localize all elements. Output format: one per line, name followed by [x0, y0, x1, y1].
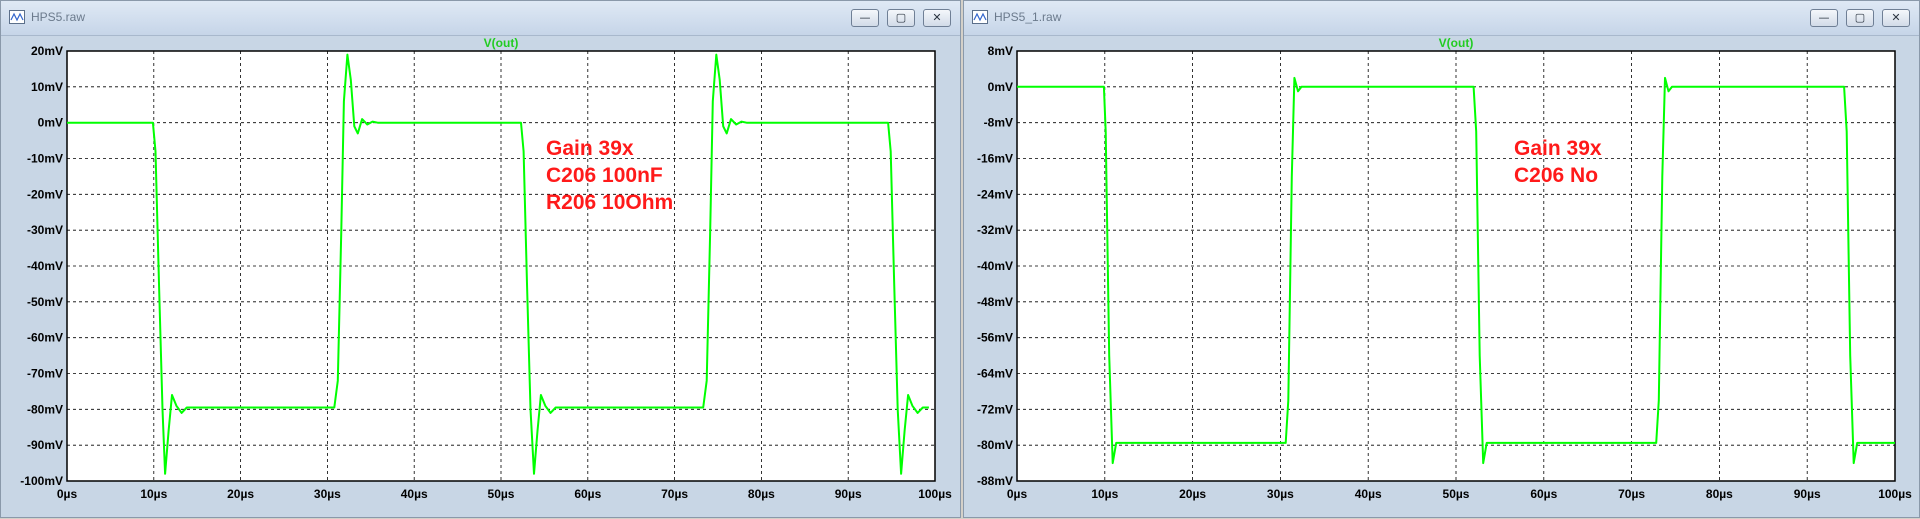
y-tick-label: -56mV [977, 331, 1013, 345]
x-tick-label: 100µs [918, 487, 952, 501]
x-tick-label: 0µs [57, 487, 78, 501]
x-tick-label: 90µs [835, 487, 862, 501]
x-tick-label: 60µs [1530, 487, 1557, 501]
x-tick-label: 80µs [748, 487, 775, 501]
y-tick-label: -40mV [27, 259, 63, 273]
y-tick-label: -100mV [20, 474, 63, 488]
x-tick-label: 50µs [488, 487, 515, 501]
y-tick-label: -20mV [27, 187, 63, 201]
annotation-text: C206 No [1514, 164, 1598, 187]
y-tick-label: -70mV [27, 367, 63, 381]
x-tick-label: 70µs [661, 487, 688, 501]
x-tick-label: 20µs [1179, 487, 1206, 501]
y-tick-label: -8mV [984, 116, 1013, 130]
plot-window-right: HPS5_1.raw — ▢ ✕ 8mV 0mV -8mV -16mV -24mV -32… [963, 0, 1920, 518]
trace-label[interactable]: V(out) [484, 36, 519, 50]
y-tick-label: -88mV [977, 474, 1013, 488]
y-tick-label: 0mV [38, 116, 63, 130]
y-tick-label: -32mV [977, 223, 1013, 237]
y-tick-label: -10mV [27, 152, 63, 166]
x-tick-label: 40µs [1355, 487, 1382, 501]
x-tick-label: 70µs [1618, 487, 1645, 501]
y-tick-label: -50mV [27, 295, 63, 309]
y-tick-label: -16mV [977, 152, 1013, 166]
y-tick-label: -24mV [977, 187, 1013, 201]
annotation-text: R206 10Ohm [546, 191, 673, 214]
y-tick-label: 20mV [31, 44, 63, 58]
annotation-text: Gain 39x [1514, 137, 1602, 160]
x-tick-label: 30µs [314, 487, 341, 501]
y-tick-label: -60mV [27, 331, 63, 345]
x-tick-label: 0µs [1007, 487, 1028, 501]
y-tick-label: 8mV [988, 44, 1013, 58]
y-tick-label: -30mV [27, 223, 63, 237]
y-tick-label: -48mV [977, 295, 1013, 309]
x-tick-label: 90µs [1794, 487, 1821, 501]
y-tick-label: -80mV [977, 438, 1013, 452]
y-tick-label: -64mV [977, 367, 1013, 381]
annotation-text: C206 100nF [546, 164, 663, 187]
x-tick-label: 30µs [1267, 487, 1294, 501]
x-tick-label: 60µs [574, 487, 601, 501]
annotation-text: Gain 39x [546, 137, 634, 160]
plot-window-left: HPS5.raw — ▢ ✕ 20mV 10mV 0mV -10mV -20mV -30m… [0, 0, 961, 518]
y-tick-label: -40mV [977, 259, 1013, 273]
waveform-plot[interactable]: 20mV 10mV 0mV -10mV -20mV -30mV -40mV -50mV -60m… [1, 1, 962, 519]
x-tick-label: 100µs [1878, 487, 1912, 501]
x-tick-label: 40µs [401, 487, 428, 501]
trace-label[interactable]: V(out) [1439, 36, 1474, 50]
y-tick-label: 10mV [31, 80, 63, 94]
x-tick-label: 20µs [227, 487, 254, 501]
x-tick-label: 50µs [1443, 487, 1470, 501]
x-tick-label: 10µs [140, 487, 167, 501]
waveform-plot[interactable]: 8mV 0mV -8mV -16mV -24mV -32mV -40mV -48mV -56mV… [964, 1, 1920, 519]
y-tick-label: -90mV [27, 438, 63, 452]
y-tick-label: -80mV [27, 402, 63, 416]
x-tick-label: 80µs [1706, 487, 1733, 501]
y-tick-label: 0mV [988, 80, 1013, 94]
y-tick-label: -72mV [977, 402, 1013, 416]
x-tick-label: 10µs [1091, 487, 1118, 501]
